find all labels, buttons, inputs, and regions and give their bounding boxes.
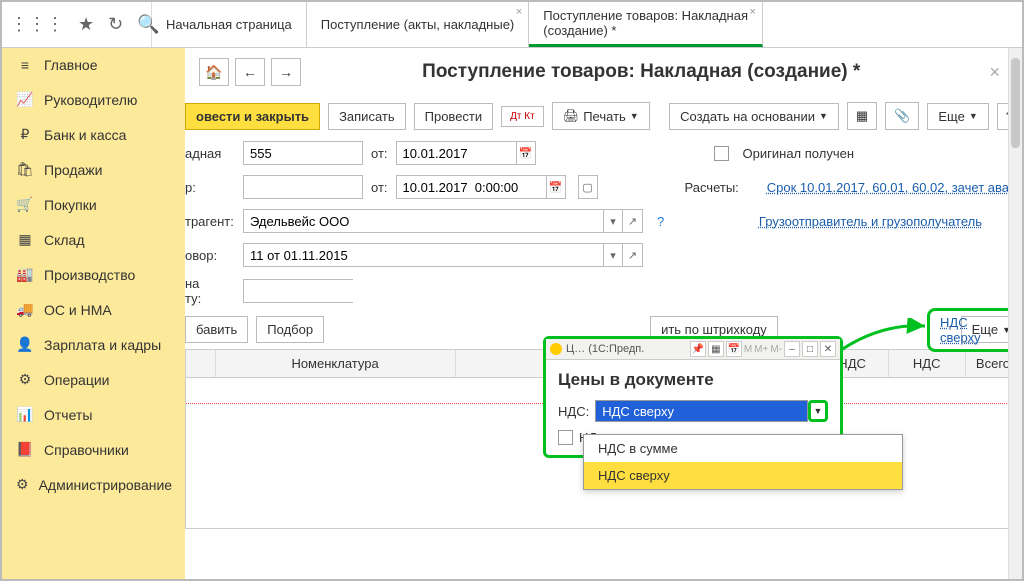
col-vat: НДС bbox=[889, 350, 966, 377]
close-icon[interactable]: ✕ bbox=[820, 341, 836, 357]
contract-input[interactable] bbox=[243, 243, 603, 267]
nds-include-checkbox[interactable] bbox=[558, 430, 573, 445]
factory-icon: 🏭 bbox=[16, 266, 34, 283]
sidebar: ≡Главное 📈Руководителю ₽Банк и касса 🛍Пр… bbox=[2, 48, 185, 579]
col-nomenclature: Номенклатура bbox=[216, 350, 456, 377]
close-doc-button[interactable]: × bbox=[981, 62, 1008, 83]
export-button[interactable]: ▦ bbox=[847, 102, 877, 130]
forward-button[interactable]: → bbox=[271, 58, 301, 86]
close-icon[interactable]: × bbox=[750, 6, 756, 18]
menu-icon: ≡ bbox=[16, 57, 34, 73]
dropdown-icon[interactable]: ▾ bbox=[603, 243, 623, 267]
bag-icon: 🛍 bbox=[16, 161, 34, 178]
more-button[interactable]: Еще▼ bbox=[927, 103, 988, 130]
order-input[interactable] bbox=[243, 175, 363, 199]
open-ref-icon[interactable]: ↗ bbox=[623, 209, 643, 233]
label-contract: овор: bbox=[185, 248, 235, 263]
maximize-icon[interactable]: □ bbox=[802, 341, 818, 357]
sidebar-item-production[interactable]: 🏭Производство bbox=[2, 257, 185, 292]
history-icon[interactable]: ↻ bbox=[108, 14, 123, 35]
nds-mode-link[interactable]: НДС сверху bbox=[940, 315, 981, 345]
apps-icon[interactable]: ⋮⋮⋮ bbox=[10, 14, 64, 35]
report-icon: 📊 bbox=[16, 406, 34, 423]
sidebar-item-bank[interactable]: ₽Банк и касса bbox=[2, 117, 185, 152]
close-icon[interactable]: × bbox=[516, 6, 522, 18]
calendar-icon[interactable]: 📅 bbox=[516, 141, 536, 165]
sidebar-item-assets[interactable]: 🚚ОС и НМА bbox=[2, 292, 185, 327]
help-link[interactable]: ? bbox=[657, 214, 664, 229]
back-button[interactable]: ← bbox=[235, 58, 265, 86]
ops-icon: ⚙ bbox=[16, 371, 34, 388]
nds-select-value[interactable]: НДС сверху bbox=[595, 400, 808, 422]
save-button[interactable]: Записать bbox=[328, 103, 406, 130]
nds-dropdown-list: НДС в сумме НДС сверху bbox=[583, 434, 903, 490]
print-button[interactable]: 🖨Печать▼ bbox=[552, 102, 650, 130]
tab-home[interactable]: Начальная страница bbox=[152, 2, 307, 47]
calendar-icon[interactable]: 📅 bbox=[546, 175, 566, 199]
scrollbar[interactable] bbox=[1008, 48, 1022, 579]
person-icon: 👤 bbox=[16, 336, 34, 353]
printer-icon: 🖨 bbox=[563, 108, 580, 124]
ruble-icon: ₽ bbox=[16, 126, 34, 143]
book-icon: 📕 bbox=[16, 441, 34, 458]
post-close-button[interactable]: овести и закрыть bbox=[185, 103, 320, 130]
attach-button[interactable]: 📎 bbox=[885, 102, 919, 130]
tab-current-doc[interactable]: Поступление товаров: Накладная (создание… bbox=[529, 2, 763, 47]
tab-receipts[interactable]: Поступление (акты, накладные)× bbox=[307, 2, 529, 47]
star-icon[interactable]: ★ bbox=[78, 14, 94, 35]
nds-option-in-sum[interactable]: НДС в сумме bbox=[584, 435, 902, 462]
home-button[interactable]: 🏠 bbox=[199, 58, 229, 86]
page-title: Поступление товаров: Накладная (создание… bbox=[301, 61, 981, 83]
select-button[interactable]: Подбор bbox=[256, 316, 324, 343]
sidebar-item-reports[interactable]: 📊Отчеты bbox=[2, 397, 185, 432]
calendar-icon[interactable]: 📅 bbox=[726, 341, 742, 357]
pin-icon[interactable]: 📌 bbox=[690, 341, 706, 357]
sidebar-item-manager[interactable]: 📈Руководителю bbox=[2, 82, 185, 117]
sidebar-item-refs[interactable]: 📕Справочники bbox=[2, 432, 185, 467]
number-input[interactable] bbox=[243, 141, 363, 165]
nds-dropdown-button[interactable]: ▼ bbox=[808, 400, 828, 422]
sidebar-item-admin[interactable]: ⚙Администрирование bbox=[2, 467, 185, 502]
sidebar-item-warehouse[interactable]: ▦Склад bbox=[2, 222, 185, 257]
shipper-link[interactable]: Грузоотправитель и грузополучатель bbox=[759, 214, 982, 229]
sidebar-item-salary[interactable]: 👤Зарплата и кадры bbox=[2, 327, 185, 362]
dropdown-icon[interactable]: ▾ bbox=[603, 209, 623, 233]
app-icon bbox=[550, 343, 562, 355]
dtkt-button[interactable]: Дт Кт bbox=[501, 106, 544, 127]
label-order: р: bbox=[185, 180, 235, 195]
calc-icon[interactable]: ▦ bbox=[708, 341, 724, 357]
sidebar-item-main[interactable]: ≡Главное bbox=[2, 48, 185, 82]
sidebar-item-purchase[interactable]: 🛒Покупки bbox=[2, 187, 185, 222]
truck-icon: 🚚 bbox=[16, 301, 34, 318]
sidebar-item-sales[interactable]: 🛍Продажи bbox=[2, 152, 185, 187]
dialog-title: Цены в документе bbox=[558, 370, 828, 390]
contractor-input[interactable] bbox=[243, 209, 603, 233]
date-na-input[interactable] bbox=[243, 279, 353, 303]
add-button[interactable]: бавить bbox=[185, 316, 248, 343]
chart-icon: 📈 bbox=[16, 91, 34, 108]
datetime-input[interactable] bbox=[396, 175, 546, 199]
cart-icon: 🛒 bbox=[16, 196, 34, 213]
open-icon[interactable]: ▢ bbox=[578, 175, 598, 199]
label-number: адная bbox=[185, 146, 235, 161]
post-button[interactable]: Провести bbox=[414, 103, 494, 130]
date-input[interactable] bbox=[396, 141, 516, 165]
minimize-icon[interactable]: – bbox=[784, 341, 800, 357]
create-based-button[interactable]: Создать на основании▼ bbox=[669, 103, 839, 130]
box-icon: ▦ bbox=[16, 231, 34, 248]
settlements-link[interactable]: Срок 10.01.2017, 60.01, 60.02, зачет ава… bbox=[767, 180, 1022, 195]
nds-option-on-top[interactable]: НДС сверху bbox=[584, 462, 902, 489]
original-checkbox[interactable] bbox=[714, 146, 729, 161]
gear-icon: ⚙ bbox=[16, 476, 29, 493]
label-contractor: трагент: bbox=[185, 214, 235, 229]
sidebar-item-operations[interactable]: ⚙Операции bbox=[2, 362, 185, 397]
open-ref-icon[interactable]: ↗ bbox=[623, 243, 643, 267]
